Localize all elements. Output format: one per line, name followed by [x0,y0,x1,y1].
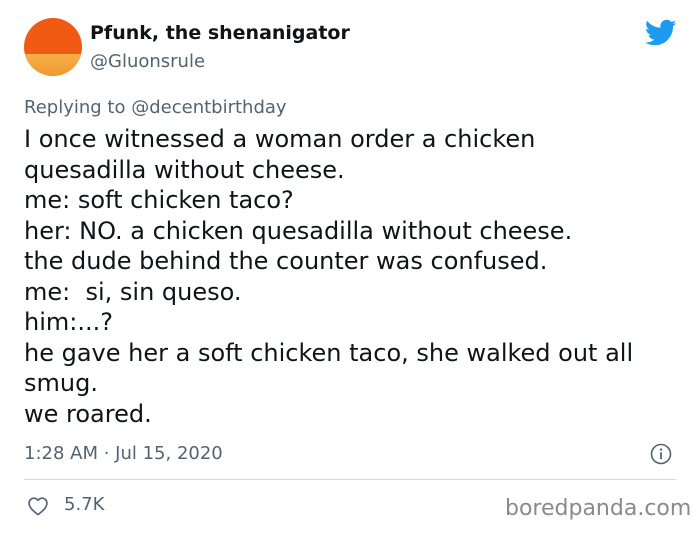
tweet-text-line: the dude behind the counter was confused… [24,247,548,275]
watermark: boredpanda.com [505,496,692,521]
like-count[interactable]: 5.7K [64,494,104,515]
replying-to: Replying to @decentbirthday [24,97,287,118]
divider [24,479,676,480]
author-handle[interactable]: @Gluonsrule [90,51,205,72]
tweet-text-line: him:...? [24,308,113,336]
avatar-horizon [24,54,82,76]
tweet-text: I once witnessed a woman order a chicken… [24,124,684,429]
author-display-name[interactable]: Pfunk, the shenanigator [90,22,350,44]
replying-to-prefix: Replying to [24,97,126,118]
twitter-bird-icon[interactable] [645,19,677,47]
tweet-text-line: me: si, sin queso. [24,277,242,306]
info-icon[interactable] [650,443,672,465]
tweet-text-line: me: soft chicken taco? [24,186,294,214]
tweet-text-line: smug. [24,369,98,397]
tweet-text-line: we roared. [24,399,152,428]
tweet-text-line: quesadilla without cheese. [24,155,345,184]
tweet-card: Pfunk, the shenanigator @Gluonsrule Repl… [0,0,700,533]
tweet-text-line: he gave her a soft chicken taco, she wal… [24,338,634,367]
avatar[interactable] [24,18,82,76]
tweet-timestamp[interactable]: 1:28 AM · Jul 15, 2020 [24,443,223,464]
tweet-text-line: I once witnessed a woman order a chicken [24,125,536,153]
heart-icon[interactable] [27,496,49,516]
tweet-text-line: her: NO. a chicken quesadilla without ch… [24,216,573,245]
replying-to-mention-link[interactable]: @decentbirthday [131,97,286,118]
